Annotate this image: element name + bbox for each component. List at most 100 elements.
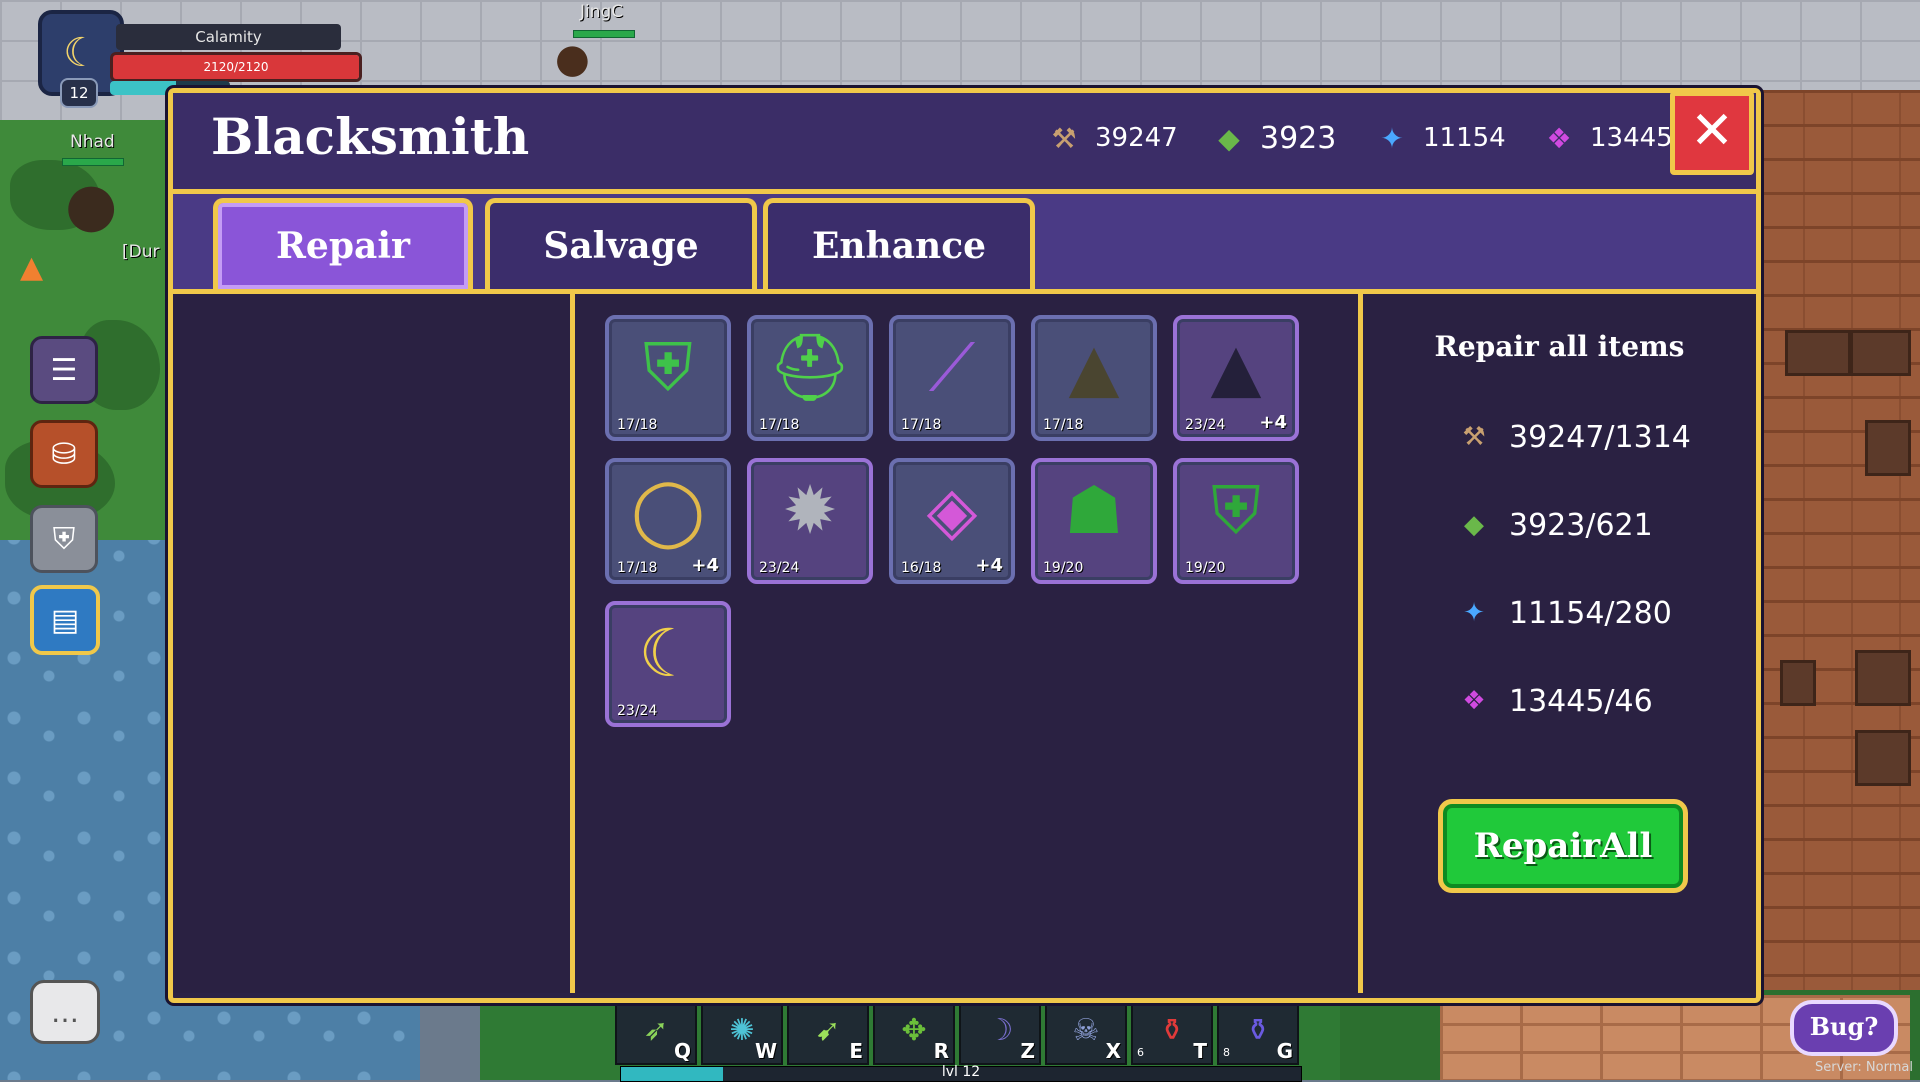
item-slot[interactable]: ☗ 19/20 <box>1031 458 1157 584</box>
arrow-burst-icon: ➹ <box>815 1012 841 1048</box>
skill-bar: ➶ Q ✺ W ➹ E ✥ R ☽ Z ☠ X ⚱ 6 T ⚱ 8 G <box>615 995 1300 1065</box>
xp-level-label: lvl 12 <box>941 1064 981 1080</box>
item-enhance-level: +4 <box>975 555 1003 576</box>
player-level: 12 <box>60 78 98 108</box>
currency-gem: ❖ 13445 <box>1538 117 1673 159</box>
repair-cost-value: 13445/46 <box>1509 683 1653 719</box>
player-mana-fill <box>110 81 176 95</box>
item-durability: 17/18 <box>759 417 800 433</box>
close-button[interactable]: ✕ <box>1670 91 1754 175</box>
item-grid: ⛨ 17/18 ⛑ 17/18 ⟋ 17/18 ▲ 17/18 ▲ 23/24 … <box>575 294 1358 993</box>
bug-report-button[interactable]: Bug? <box>1790 1000 1898 1056</box>
currency-value: 11154 <box>1423 123 1506 153</box>
health-potion-icon: ⚱ <box>1159 1012 1185 1048</box>
item-slot[interactable]: ▲ 17/18 <box>1031 315 1157 441</box>
furniture <box>1850 330 1911 376</box>
hotkey-label: R <box>933 1039 949 1063</box>
furniture <box>1865 420 1911 476</box>
panel-header: Blacksmith ⚒ 39247 ◆ 3923 ✦ 11154 ❖ 1344… <box>173 91 1756 194</box>
gold-ring-icon: ◯ <box>631 472 705 549</box>
currency-value: 13445 <box>1590 123 1673 153</box>
repair-summary: Repair all items ⚒ 39247/1314 ◆ 3923/621… <box>1358 294 1756 993</box>
item-slot[interactable]: ◈ 16/18 +4 <box>889 458 1015 584</box>
spellbook-icon[interactable]: ▤ <box>30 585 100 655</box>
backpack-icon[interactable]: ⛁ <box>30 420 98 488</box>
skill-slot-r[interactable]: ✥ R <box>873 995 955 1065</box>
player-hp-bar: 2120/2120 <box>110 52 362 82</box>
furniture <box>1855 730 1911 786</box>
repair-cost-crystal: ✦ 11154/280 <box>1453 592 1672 634</box>
item-durability: 16/18 <box>901 560 942 576</box>
green-armor-icon: ⛨ <box>643 329 693 406</box>
ally-sprite[interactable]: ● <box>555 36 630 86</box>
gem-icon: ❖ <box>1546 121 1572 155</box>
scrap-icon: ⚒ <box>1462 422 1486 452</box>
item-detail-area <box>173 294 575 993</box>
skill-slot-q[interactable]: ➶ Q <box>615 995 697 1065</box>
tab-salvage[interactable]: Salvage <box>485 198 757 289</box>
skill-slot-w[interactable]: ✺ W <box>701 995 783 1065</box>
currency-scrap: ⚒ 39247 <box>1043 117 1178 159</box>
shadow-skill-icon: ☽ <box>986 1012 1014 1048</box>
green-mask-icon: ☗ <box>1064 472 1124 549</box>
gem-icon: ❖ <box>1462 686 1486 716</box>
item-slot[interactable]: ▲ 23/24 +4 <box>1173 315 1299 441</box>
hotkey-label: G <box>1276 1039 1293 1063</box>
blacksmith-panel: Blacksmith ⚒ 39247 ◆ 3923 ✦ 11154 ❖ 1344… <box>168 88 1761 1003</box>
item-durability: 23/24 <box>759 560 800 576</box>
skill-slot-x[interactable]: ☠ X <box>1045 995 1127 1065</box>
spiked-shield-icon: ✹ <box>782 472 838 549</box>
repair-cost-ore: ◆ 3923/621 <box>1453 504 1653 546</box>
currency-value: 39247 <box>1095 123 1178 153</box>
item-slot[interactable]: ⟋ 17/18 <box>889 315 1015 441</box>
moon-staff-icon: ☾ <box>638 615 698 692</box>
server-status: Server: Normal <box>1815 1060 1913 1075</box>
repair-cost-scrap: ⚒ 39247/1314 <box>1453 416 1691 458</box>
repair-cost-value: 11154/280 <box>1509 595 1672 631</box>
chat-bubble-icon: … <box>51 995 79 1029</box>
item-slot[interactable]: ◯ 17/18 +4 <box>605 458 731 584</box>
skill-slot-g[interactable]: ⚱ 8 G <box>1217 995 1299 1065</box>
ally-sprite[interactable]: ● <box>65 170 145 250</box>
crystal-gauntlet-icon: ◈ <box>926 472 978 549</box>
repair-cost-value: 3923/621 <box>1509 507 1653 543</box>
moon-staff-icon: ☾ <box>63 30 99 76</box>
repair-cost-gem: ❖ 13445/46 <box>1453 680 1653 722</box>
item-durability: 17/18 <box>617 560 658 576</box>
ore-icon: ◆ <box>1218 121 1240 155</box>
ally-name: Nhad <box>70 132 115 152</box>
starry-cloak-icon: ▲ <box>1210 329 1262 406</box>
campfire-icon: ▲ <box>20 250 44 285</box>
item-durability: 19/20 <box>1043 560 1084 576</box>
tab-enhance[interactable]: Enhance <box>763 198 1035 289</box>
chat-button[interactable]: … <box>30 980 100 1044</box>
green-chestplate-icon: ⛨ <box>1211 472 1261 549</box>
nature-skill-icon: ✥ <box>901 1012 927 1048</box>
currency-crystal: ✦ 11154 <box>1371 117 1506 159</box>
item-durability: 17/18 <box>1043 417 1084 433</box>
repair-all-button[interactable]: RepairAll <box>1438 799 1688 893</box>
item-slot[interactable]: ⛨ 19/20 <box>1173 458 1299 584</box>
item-durability: 17/18 <box>617 417 658 433</box>
furniture <box>1855 650 1911 706</box>
dark-cloak-icon: ▲ <box>1068 329 1120 406</box>
skill-slot-e[interactable]: ➹ E <box>787 995 869 1065</box>
tab-repair[interactable]: Repair <box>213 198 473 289</box>
skill-slot-z[interactable]: ☽ Z <box>959 995 1041 1065</box>
ally-name-suffix: [Dur <box>122 242 160 262</box>
furniture <box>1785 330 1851 376</box>
hotkey-label: Z <box>1020 1039 1035 1063</box>
item-slot[interactable]: ⛨ 17/18 <box>605 315 731 441</box>
item-slot[interactable]: ✹ 23/24 <box>747 458 873 584</box>
menu-icon[interactable]: ☰ <box>30 336 98 404</box>
armor-icon[interactable]: ⛨ <box>30 505 98 573</box>
panel-title: Blacksmith <box>211 107 530 166</box>
purple-blade-icon: ⟋ <box>928 329 976 406</box>
wooden-floor <box>1755 90 1920 1080</box>
item-slot[interactable]: ☾ 23/24 <box>605 601 731 727</box>
item-slot[interactable]: ⛑ 17/18 <box>747 315 873 441</box>
repair-all-title: Repair all items <box>1434 330 1685 363</box>
ally-health-bar <box>62 158 124 166</box>
item-durability: 17/18 <box>901 417 942 433</box>
skill-slot-t[interactable]: ⚱ 6 T <box>1131 995 1213 1065</box>
